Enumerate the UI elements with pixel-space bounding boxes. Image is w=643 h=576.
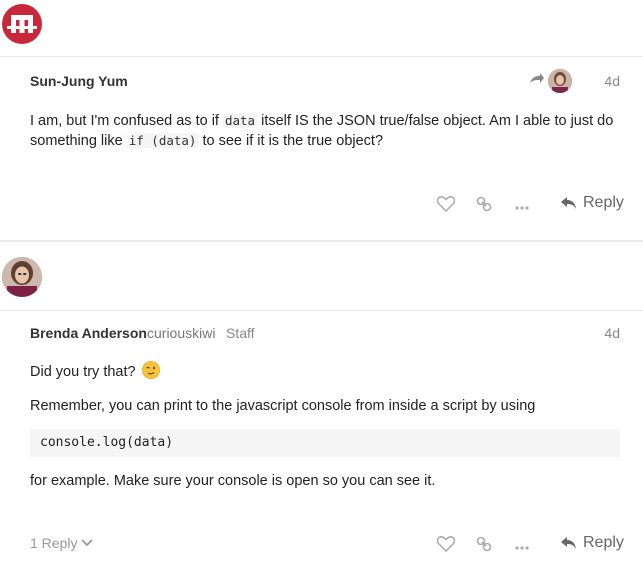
post-body: I am, but I'm confused as to if data its… bbox=[30, 111, 620, 151]
text: I am, but I'm confused as to if bbox=[30, 113, 223, 129]
code-block: console.log(data) bbox=[30, 429, 620, 457]
heart-icon[interactable] bbox=[436, 536, 456, 555]
wink-emoji-icon bbox=[141, 361, 160, 379]
heart-icon[interactable] bbox=[436, 196, 456, 215]
post-date[interactable]: 4d bbox=[604, 325, 620, 341]
reply-icon bbox=[561, 197, 576, 209]
inline-code: data bbox=[222, 113, 258, 128]
link-icon[interactable] bbox=[476, 536, 492, 555]
reply-button[interactable]: Reply bbox=[560, 194, 624, 212]
post-author-handle[interactable]: curiouskiwi bbox=[147, 325, 215, 341]
post-line: Remember, you can print to the javascrip… bbox=[30, 398, 536, 414]
post-author[interactable]: Brenda Anderson bbox=[30, 325, 147, 341]
logo-icon[interactable] bbox=[2, 4, 42, 44]
post-line: Did you try that? bbox=[30, 361, 160, 382]
divider bbox=[0, 240, 643, 242]
avatar[interactable] bbox=[2, 257, 42, 297]
reply-label: Reply bbox=[583, 534, 624, 551]
text: something like bbox=[30, 133, 127, 149]
divider bbox=[0, 56, 643, 57]
divider bbox=[0, 310, 643, 311]
more-icon[interactable] bbox=[515, 538, 529, 554]
reply-button[interactable]: Reply bbox=[560, 534, 624, 552]
post-author[interactable]: Sun-Jung Yum bbox=[30, 73, 128, 89]
chevron-down-icon bbox=[81, 539, 94, 547]
reply-icon bbox=[561, 537, 576, 549]
replies-label: 1 Reply bbox=[30, 535, 78, 551]
inline-code: if (data) bbox=[126, 133, 199, 148]
more-icon[interactable] bbox=[515, 198, 529, 214]
reply-to-avatar[interactable] bbox=[548, 69, 572, 93]
reply-arrow-icon[interactable] bbox=[529, 72, 545, 89]
text: itself IS the JSON true/false object. Am… bbox=[257, 113, 614, 129]
post-date[interactable]: 4d bbox=[604, 73, 620, 89]
staff-badge: Staff bbox=[226, 325, 255, 341]
reply-label: Reply bbox=[583, 194, 624, 211]
link-icon[interactable] bbox=[476, 196, 492, 215]
text: to see if it is the true object? bbox=[198, 133, 384, 149]
post-line: for example. Make sure your console is o… bbox=[30, 473, 436, 489]
show-replies-button[interactable]: 1 Reply bbox=[30, 535, 94, 551]
text: Did you try that? bbox=[30, 364, 136, 380]
